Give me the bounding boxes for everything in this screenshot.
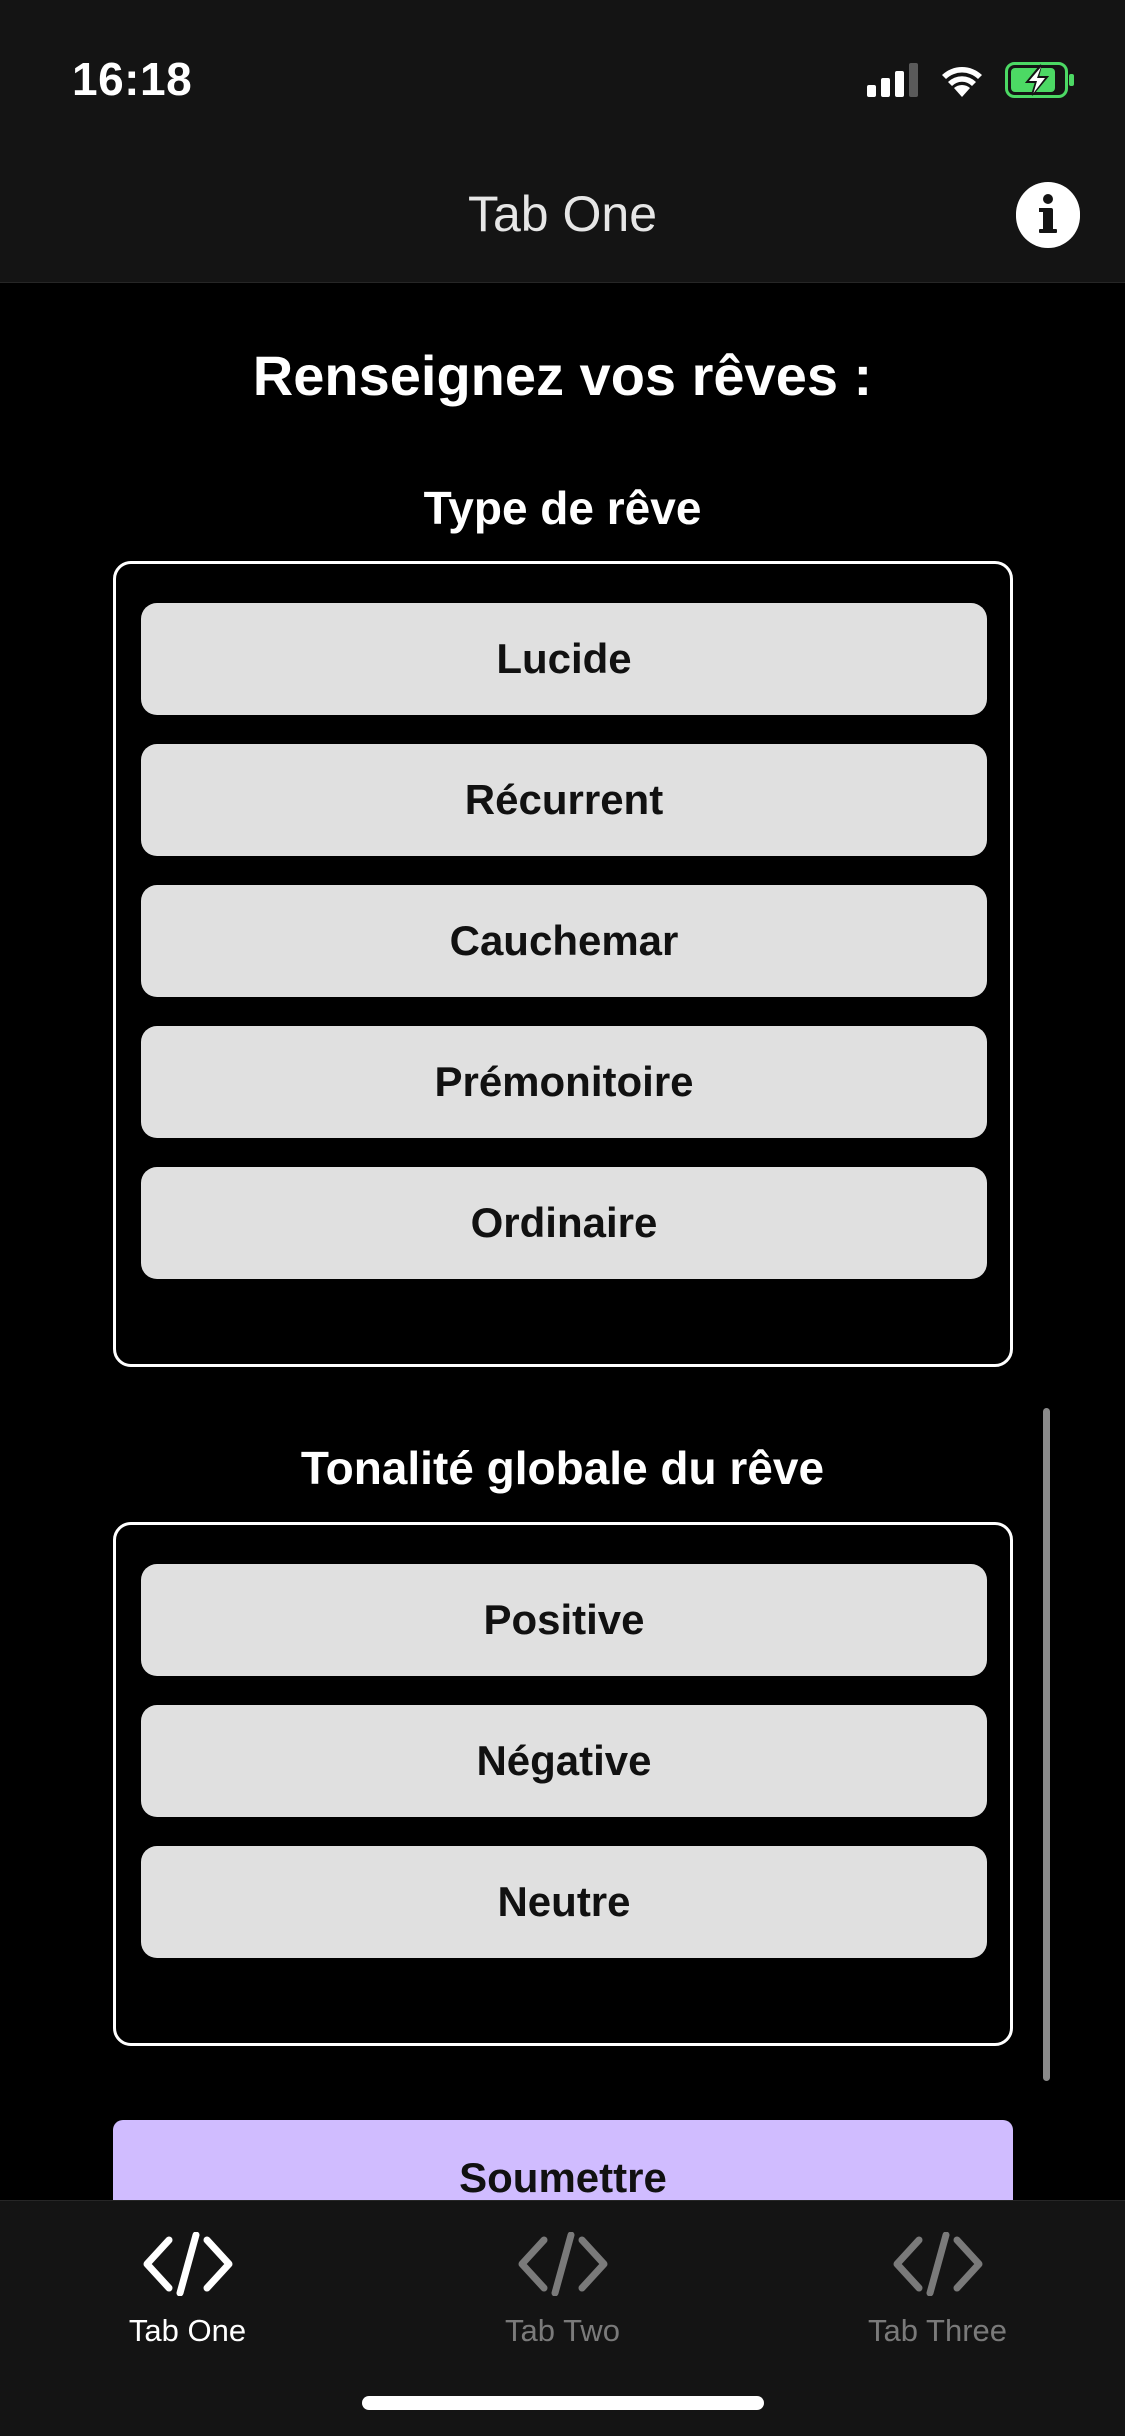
tone-option-negative[interactable]: Négative bbox=[141, 1705, 987, 1817]
tab-two[interactable]: Tab Two bbox=[375, 2201, 750, 2381]
dream-type-option-cauchemar[interactable]: Cauchemar bbox=[141, 885, 987, 997]
battery-charging-icon bbox=[1005, 61, 1075, 103]
tone-option-neutre[interactable]: Neutre bbox=[141, 1846, 987, 1958]
tone-box: Positive Négative Neutre bbox=[113, 1522, 1013, 2046]
tone-option-positive[interactable]: Positive bbox=[141, 1564, 987, 1676]
scroll-indicator[interactable] bbox=[1043, 1408, 1050, 2081]
cellular-signal-icon bbox=[867, 62, 919, 102]
nav-header: Tab One bbox=[0, 135, 1125, 283]
dream-type-option-premonitoire[interactable]: Prémonitoire bbox=[141, 1026, 987, 1138]
dream-type-box: Lucide Récurrent Cauchemar Prémonitoire … bbox=[113, 561, 1013, 1367]
tone-title: Tonalité globale du rêve bbox=[300, 1442, 825, 1494]
dream-type-option-lucide[interactable]: Lucide bbox=[141, 603, 987, 715]
home-indicator[interactable] bbox=[362, 2396, 764, 2410]
status-icons bbox=[867, 61, 1075, 103]
info-button[interactable] bbox=[1016, 181, 1080, 251]
code-icon bbox=[143, 2229, 233, 2299]
info-circle-icon bbox=[1016, 181, 1080, 251]
page-title: Renseignez vos rêves : bbox=[252, 344, 873, 407]
tab-label: Tab Two bbox=[505, 2313, 620, 2348]
dream-type-option-ordinaire[interactable]: Ordinaire bbox=[141, 1167, 987, 1279]
header-title: Tab One bbox=[467, 186, 657, 242]
dream-type-option-recurrent[interactable]: Récurrent bbox=[141, 744, 987, 856]
tab-label: Tab One bbox=[128, 2313, 247, 2348]
dream-type-title: Type de rêve bbox=[423, 482, 702, 534]
wifi-icon bbox=[939, 63, 985, 102]
code-icon bbox=[893, 2229, 983, 2299]
main-content[interactable]: Renseignez vos rêves : Type de rêve Luci… bbox=[0, 283, 1125, 2200]
tab-three[interactable]: Tab Three bbox=[750, 2201, 1125, 2381]
status-bar: 16:18 bbox=[0, 0, 1125, 135]
tab-one[interactable]: Tab One bbox=[0, 2201, 375, 2381]
code-icon bbox=[518, 2229, 608, 2299]
status-time: 16:18 bbox=[72, 53, 193, 105]
tab-label: Tab Three bbox=[867, 2313, 1007, 2348]
